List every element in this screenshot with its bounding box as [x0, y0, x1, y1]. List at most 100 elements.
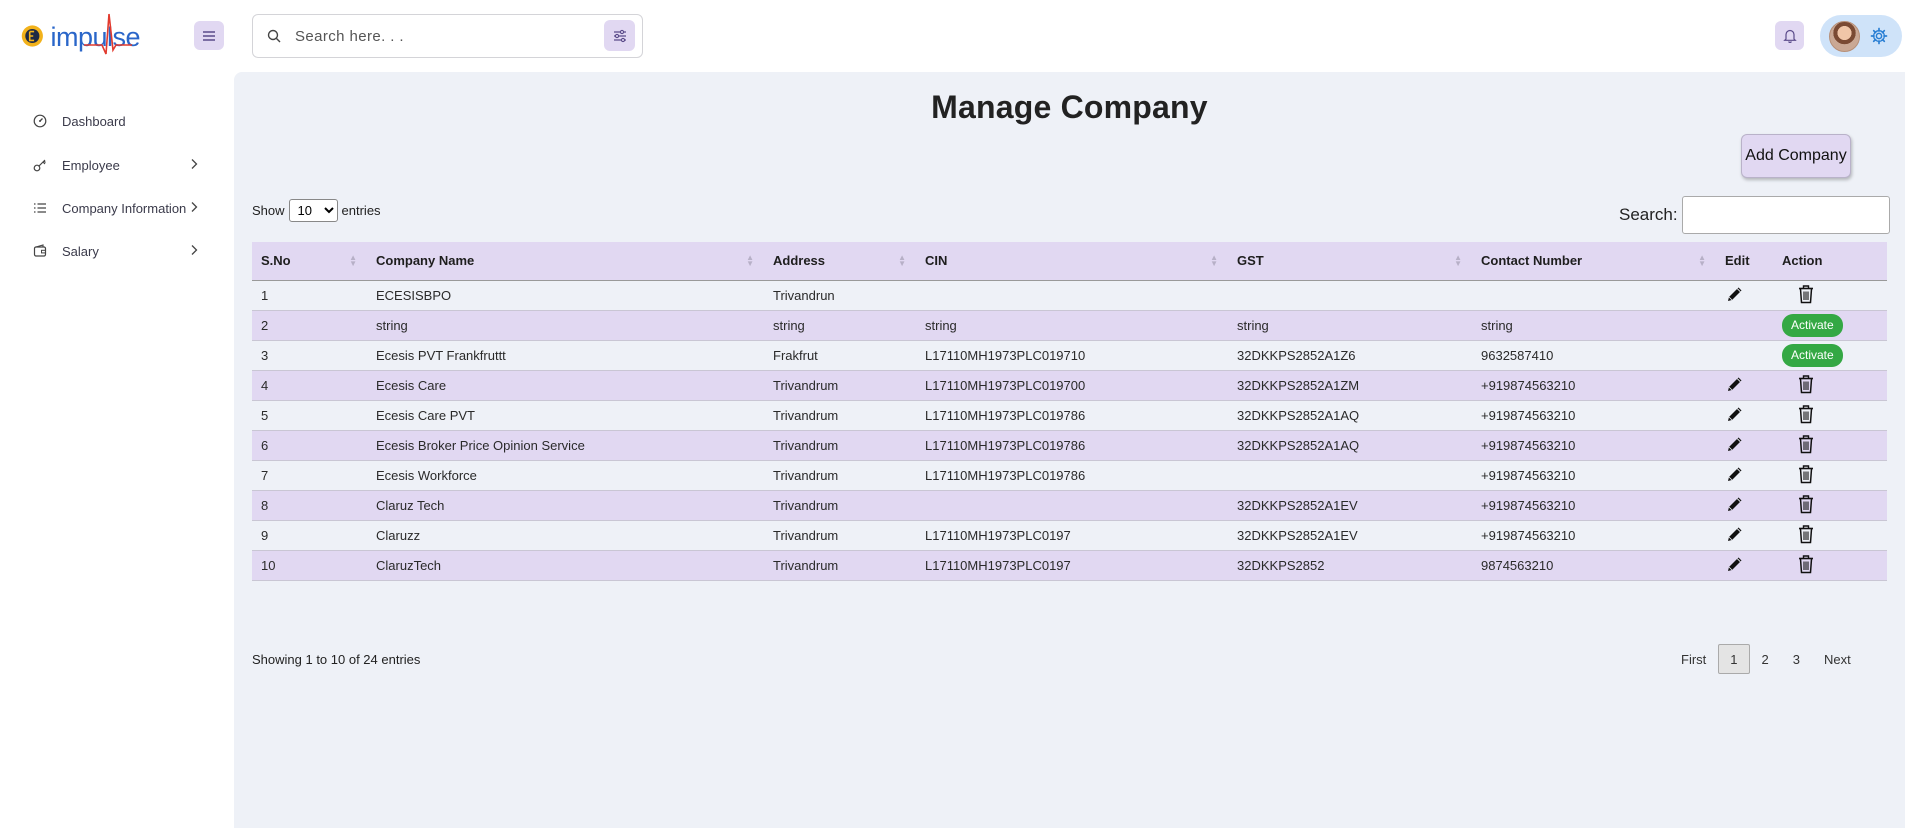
cell-address: Frakfrut — [764, 340, 916, 371]
edit-pencil-icon[interactable] — [1726, 555, 1744, 576]
cell-sno: 6 — [252, 430, 367, 461]
cell-address: string — [764, 310, 916, 341]
cell-gst: 32DKKPS2852A1AQ — [1228, 430, 1472, 461]
list-icon — [34, 203, 46, 213]
table-row: 9 Claruzz Trivandrum L17110MH1973PLC0197 32D… — [252, 520, 1887, 551]
page-length-control: Show 102550100 entries — [252, 199, 381, 222]
cell-address: Trivandrum — [764, 400, 916, 431]
cell-cin: L17110MH1973PLC0197 — [916, 550, 1228, 581]
pagination-page-1[interactable]: 1 — [1718, 644, 1750, 674]
pagination-first[interactable]: First — [1669, 644, 1718, 674]
cell-sno: 7 — [252, 460, 367, 491]
edit-pencil-icon[interactable] — [1726, 525, 1744, 546]
pagination: First 1 2 3 Next — [1669, 644, 1863, 674]
cell-sno: 5 — [252, 400, 367, 431]
sidebar-item-label: Company Information — [62, 200, 187, 216]
edit-pencil-icon[interactable] — [1726, 405, 1744, 426]
sort-icon: ▲ ▼ — [746, 253, 754, 268]
cell-gst — [1228, 280, 1472, 311]
add-company-button[interactable]: Add Company — [1741, 134, 1851, 178]
pagination-next[interactable]: Next — [1812, 644, 1863, 674]
cell-address: Trivandrum — [764, 370, 916, 401]
gauge-icon — [33, 114, 47, 128]
delete-trash-icon[interactable] — [1797, 554, 1815, 577]
cell-sno: 1 — [252, 280, 367, 311]
delete-trash-icon[interactable] — [1797, 404, 1815, 427]
table-row: 10 ClaruzTech Trivandrum L17110MH1973PLC019… — [252, 550, 1887, 581]
sidebar-item-employee[interactable]: Employee — [0, 145, 234, 185]
cell-action: Activate — [1773, 310, 1887, 341]
table-row: 8 Claruz Tech Trivandrum 32DKKPS2852A1EV +91… — [252, 490, 1887, 521]
sidebar-item-company-information[interactable]: Company Information — [0, 188, 234, 228]
search-filter-button[interactable] — [604, 20, 635, 51]
activate-button[interactable]: Activate — [1782, 313, 1843, 337]
delete-trash-icon[interactable] — [1797, 284, 1815, 307]
page-length-select[interactable]: 102550100 — [288, 199, 338, 222]
cell-cin: string — [916, 310, 1228, 341]
avatar[interactable] — [1829, 20, 1860, 52]
activate-button[interactable]: Activate — [1782, 343, 1843, 367]
edit-pencil-icon[interactable] — [1726, 465, 1744, 486]
sidebar-item-dashboard[interactable]: Dashboard — [0, 101, 234, 141]
cell-cin — [916, 280, 1228, 311]
settings-button[interactable] — [1870, 27, 1888, 45]
sidebar-item-salary[interactable]: Salary — [0, 231, 234, 271]
notifications-button[interactable] — [1775, 21, 1804, 50]
cell-edit — [1716, 310, 1773, 341]
edit-pencil-icon[interactable] — [1726, 435, 1744, 456]
cell-address: Trivandrum — [764, 520, 916, 551]
bell-icon — [1782, 29, 1797, 43]
cell-company-name: Claruzz — [367, 520, 764, 551]
cell-edit — [1716, 280, 1773, 311]
column-header-company-name[interactable]: Company Name ▲ ▼ — [367, 242, 764, 281]
table-search-input[interactable] — [1681, 196, 1890, 234]
delete-trash-icon[interactable] — [1797, 494, 1815, 517]
chevron-right-icon — [191, 245, 198, 255]
search-icon — [267, 29, 281, 43]
column-header-address[interactable]: Address ▲ ▼ — [764, 242, 916, 281]
delete-trash-icon[interactable] — [1797, 434, 1815, 457]
column-header-gst[interactable]: GST ▲ ▼ — [1228, 242, 1472, 281]
sidebar-item-label: Dashboard — [62, 113, 126, 129]
cell-edit — [1716, 400, 1773, 431]
column-header-contact-number[interactable]: Contact Number ▲ ▼ — [1472, 242, 1716, 281]
cell-company-name: ClaruzTech — [367, 550, 764, 581]
key-icon — [33, 159, 46, 172]
delete-trash-icon[interactable] — [1797, 464, 1815, 487]
show-label: Show — [252, 203, 285, 218]
cell-company-name: Ecesis Workforce — [367, 460, 764, 491]
cell-action — [1773, 280, 1887, 311]
chevron-right-icon — [191, 202, 198, 212]
delete-trash-icon[interactable] — [1797, 524, 1815, 547]
cell-action: Activate — [1773, 340, 1887, 371]
pagination-page-2[interactable]: 2 — [1750, 644, 1781, 674]
menu-toggle-button[interactable] — [194, 21, 224, 50]
column-header-sno[interactable]: S.No ▲ ▼ — [252, 242, 367, 281]
pagination-page-3[interactable]: 3 — [1781, 644, 1812, 674]
column-header-cin[interactable]: CIN ▲ ▼ — [916, 242, 1228, 281]
main-content: Manage Company Add Company Show 10255010… — [234, 72, 1905, 828]
profile-menu — [1820, 15, 1902, 57]
sidebar: Dashboard Employee Company Information S… — [0, 72, 234, 828]
cell-sno: 9 — [252, 520, 367, 551]
edit-pencil-icon[interactable] — [1726, 375, 1744, 396]
sort-icon: ▲ ▼ — [898, 253, 906, 268]
global-search-input[interactable] — [295, 23, 585, 50]
cell-company-name: Ecesis Care PVT — [367, 400, 764, 431]
edit-pencil-icon[interactable] — [1726, 285, 1744, 306]
top-bar: impulse — [0, 0, 1905, 72]
cell-contact-number: string — [1472, 310, 1716, 341]
sort-icon: ▲ ▼ — [1210, 253, 1218, 268]
cell-cin: L17110MH1973PLC019786 — [916, 430, 1228, 461]
cell-edit — [1716, 430, 1773, 461]
cell-gst: 32DKKPS2852A1ZM — [1228, 370, 1472, 401]
sort-icon: ▲ ▼ — [1454, 253, 1462, 268]
cell-cin — [916, 490, 1228, 521]
cell-edit — [1716, 490, 1773, 521]
sort-icon: ▲ ▼ — [1698, 253, 1706, 268]
edit-pencil-icon[interactable] — [1726, 495, 1744, 516]
impulse-logo[interactable]: impulse — [20, 12, 140, 60]
cell-contact-number: +919874563210 — [1472, 370, 1716, 401]
cell-company-name: Ecesis Care — [367, 370, 764, 401]
delete-trash-icon[interactable] — [1797, 374, 1815, 397]
